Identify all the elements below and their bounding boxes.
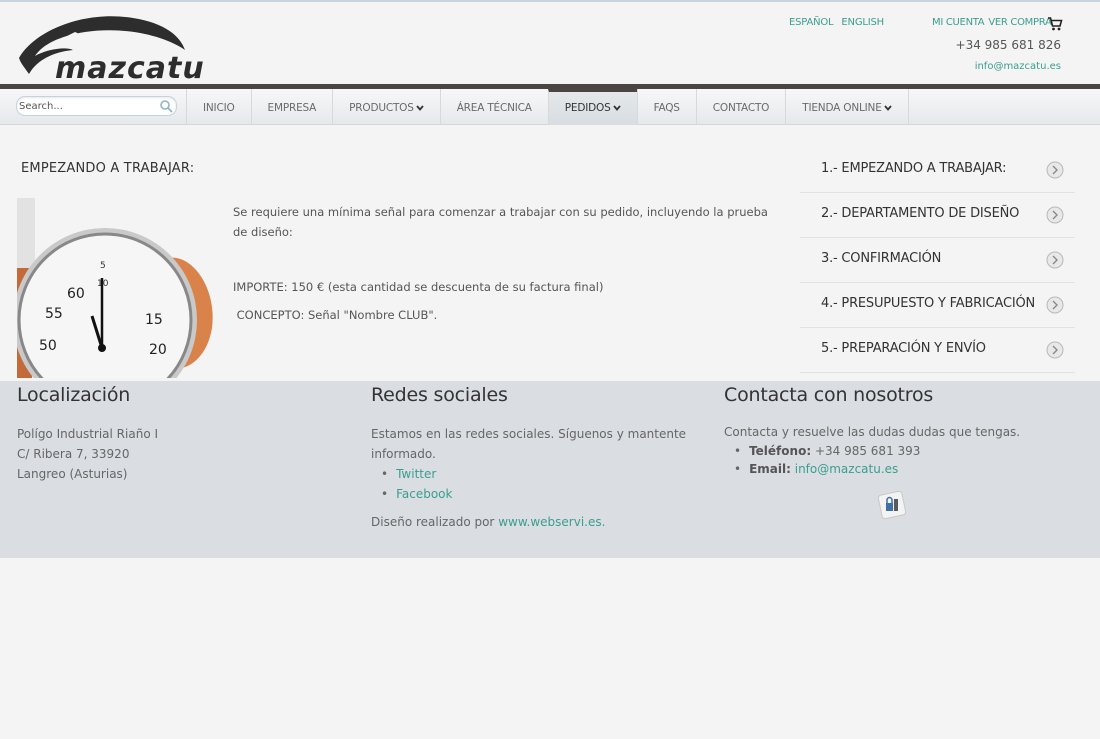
location-title: Localización: [17, 384, 131, 406]
chevron-right-icon: [1046, 206, 1064, 224]
footer-social: Redes sociales Estamos en las redes soci…: [371, 381, 691, 532]
chevron-right-icon: [1046, 161, 1064, 179]
nav-label: PEDIDOS: [564, 102, 611, 114]
step-label: 5.- PREPARACIÓN Y ENVÍO: [821, 341, 986, 356]
nav-pedidos[interactable]: PEDIDOS: [547, 89, 637, 125]
chevron-down-icon: [612, 105, 621, 111]
chevron-right-icon: [1046, 296, 1064, 314]
step-label: 4.- PRESUPUESTO Y FABRICACIÓN: [821, 296, 1036, 311]
webservi-link[interactable]: www.webservi.es: [498, 515, 601, 529]
list-item: Facebook: [381, 484, 691, 504]
address-line-2: C/ Ribera 7, 33920: [17, 447, 130, 461]
view-cart-link[interactable]: VER COMPRA: [988, 17, 1051, 28]
step-2[interactable]: 2.- DEPARTAMENTO DE DISEÑO: [800, 193, 1075, 238]
nav-label: CONTACTO: [712, 102, 770, 114]
design-credit: Diseño realizado por www.webservi.es.: [371, 512, 691, 532]
credit-prefix: Diseño realizado por: [371, 515, 499, 529]
nav-faqs[interactable]: FAQS: [636, 89, 696, 125]
nav-label: TIENDA ONLINE: [802, 102, 882, 114]
header-phone: +34 985 681 826: [955, 38, 1061, 52]
contact-list: Teléfono: +34 985 681 393 Email: info@ma…: [734, 442, 1054, 478]
svg-text:15: 15: [145, 312, 163, 328]
phone-label: Teléfono:: [749, 444, 812, 458]
contact-text: Contacta y resuelve las dudas dudas que …: [724, 425, 1021, 439]
logo-text: mazcatu: [55, 51, 205, 82]
social-text: Estamos en las redes sociales. Síguenos …: [371, 427, 687, 461]
amount-text: IMPORTE: 150 € (esta cantidad se descuen…: [233, 280, 604, 294]
concept-text: CONCEPTO: Señal "Nombre CLUB".: [233, 308, 438, 322]
nav-label: INICIO: [203, 102, 235, 114]
nav-inicio[interactable]: INICIO: [186, 89, 251, 125]
nav-label: PRODUCTOS: [349, 102, 414, 114]
step-label: 1.- EMPEZANDO A TRABAJAR:: [821, 161, 1007, 176]
lang-espanol[interactable]: ESPAÑOL: [789, 17, 834, 28]
nav-label: ÁREA TÉCNICA: [456, 102, 532, 114]
my-account-link[interactable]: MI CUENTA: [932, 17, 985, 28]
step-label: 3.- CONFIRMACIÓN: [821, 251, 942, 266]
credit-suffix: .: [601, 515, 606, 529]
phone-value: +34 985 681 393: [811, 444, 921, 458]
nav-tienda-online[interactable]: TIENDA ONLINE: [785, 89, 909, 125]
facebook-link[interactable]: Facebook: [396, 487, 452, 501]
step-1[interactable]: 1.- EMPEZANDO A TRABAJAR:: [800, 148, 1075, 193]
nav-productos[interactable]: PRODUCTOS: [332, 89, 440, 125]
email-label: Email:: [749, 462, 791, 476]
address-line-1: Polígo Industrial Riaño I: [17, 427, 159, 441]
nav-empresa[interactable]: EMPRESA: [250, 89, 333, 125]
steps-menu: 1.- EMPEZANDO A TRABAJAR: 2.- DEPARTAMEN…: [800, 148, 1075, 373]
list-item: Teléfono: +34 985 681 393: [734, 442, 1054, 460]
social-links: Twitter Facebook: [381, 464, 691, 504]
lang-english[interactable]: ENGLISH: [841, 17, 884, 28]
language-switcher: ESPAÑOL ENGLISH: [789, 17, 892, 28]
chevron-right-icon: [1046, 341, 1064, 359]
shopping-cart-icon[interactable]: [1047, 16, 1063, 32]
stopwatch-image: 60 55 50 15 20 5 10: [17, 198, 213, 378]
intro-text: Se requiere una mínima señal para comenz…: [233, 205, 768, 239]
header: mazcatu ESPAÑOL ENGLISH MI CUENTA VER COMP…: [0, 2, 1100, 84]
chevron-down-icon: [883, 105, 892, 111]
main-content: Se requiere una mínima señal para comenz…: [233, 202, 773, 325]
security-badge-icon[interactable]: [877, 490, 907, 520]
search-input[interactable]: [19, 98, 154, 114]
chevron-right-icon: [1046, 251, 1064, 269]
footer-location: Localización Polígo Industrial Riaño I C…: [17, 381, 337, 484]
nav-area-tecnica[interactable]: ÁREA TÉCNICA: [439, 89, 548, 125]
step-3[interactable]: 3.- CONFIRMACIÓN: [800, 238, 1075, 283]
address-line-3: Langreo (Asturias): [17, 467, 128, 481]
header-email-link[interactable]: info@mazcatu.es: [975, 61, 1061, 72]
nav-label: FAQS: [653, 102, 680, 114]
account-links: MI CUENTA VER COMPRA: [932, 17, 1056, 28]
twitter-link[interactable]: Twitter: [396, 467, 436, 481]
step-4[interactable]: 4.- PRESUPUESTO Y FABRICACIÓN: [800, 283, 1075, 328]
main-navigation: INICIO EMPRESA PRODUCTOS ÁREA TÉCNICA PE…: [0, 89, 1100, 125]
svg-text:55: 55: [45, 306, 63, 322]
svg-text:60: 60: [67, 286, 85, 302]
chevron-down-icon: [416, 105, 424, 111]
footer-contact: Contacta con nosotros Contacta y resuelv…: [724, 381, 1054, 478]
contact-title: Contacta con nosotros: [724, 384, 934, 406]
svg-text:5: 5: [100, 261, 106, 271]
search-icon[interactable]: [159, 99, 173, 113]
svg-text:50: 50: [39, 338, 57, 354]
nav-label: EMPRESA: [267, 102, 317, 114]
step-label: 2.- DEPARTAMENTO DE DISEÑO: [821, 206, 1020, 221]
svg-text:20: 20: [149, 342, 167, 358]
mazcatu-logo[interactable]: mazcatu: [15, 10, 245, 82]
contact-email-link[interactable]: info@mazcatu.es: [795, 462, 899, 476]
list-item: Email: info@mazcatu.es: [734, 460, 1054, 478]
step-5[interactable]: 5.- PREPARACIÓN Y ENVÍO: [800, 328, 1075, 373]
list-item: Twitter: [381, 464, 691, 484]
search-box: [16, 96, 177, 116]
nav-contacto[interactable]: CONTACTO: [695, 89, 785, 125]
page-title: EMPEZANDO A TRABAJAR:: [21, 161, 195, 176]
menu-bar: INICIO EMPRESA PRODUCTOS ÁREA TÉCNICA PE…: [186, 89, 909, 125]
social-title: Redes sociales: [371, 384, 508, 406]
